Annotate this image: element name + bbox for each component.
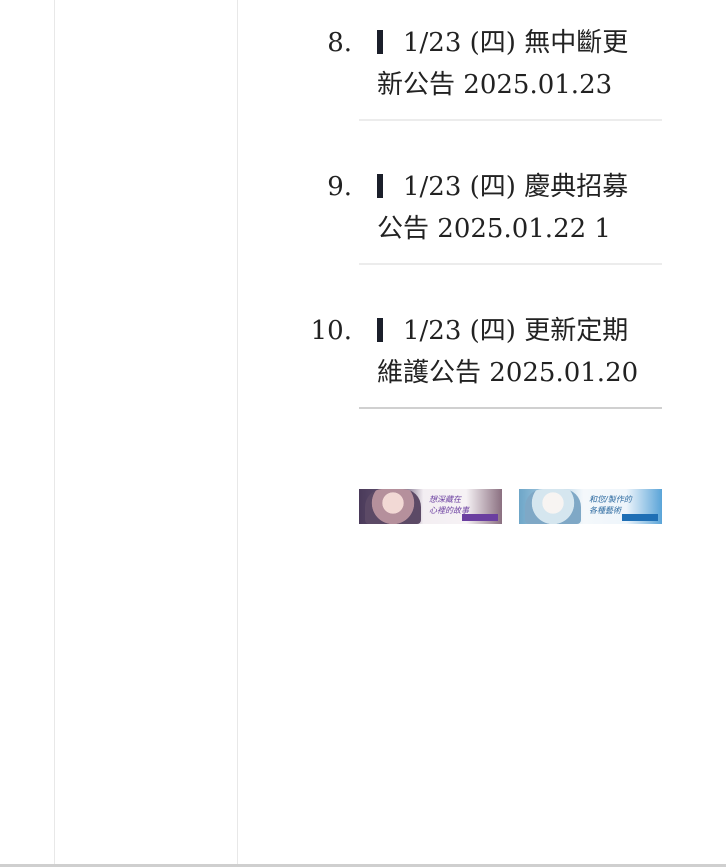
banner-text: 想深藏在 心裡的故事 <box>429 494 469 516</box>
announcement-date: 2025.01.23 <box>463 70 613 100</box>
page: 8. 1/23 (四) 無中斷更新公告 2025.01.23 9. 1/23 (… <box>0 0 726 867</box>
character-art-icon <box>365 489 421 524</box>
sidebar-column <box>55 0 238 867</box>
left-column <box>0 0 55 867</box>
item-number: 9. <box>327 172 352 202</box>
item-number: 8. <box>327 28 352 58</box>
banner-tag <box>462 514 498 521</box>
item-number: 10. <box>310 316 352 346</box>
announcement-date: 2025.01.22 <box>437 214 587 244</box>
bullet-marker-icon <box>377 318 383 342</box>
announcement-date: 2025.01.20 <box>489 358 639 388</box>
promo-banners: 想深藏在 心裡的故事 和您/製作的 各種藝術 <box>359 489 663 524</box>
list-item: 9. 1/23 (四) 慶典招募公告 2025.01.22 1 <box>300 156 662 300</box>
bullet-marker-icon <box>377 174 383 198</box>
promo-banner-character-story[interactable]: 想深藏在 心裡的故事 <box>359 489 502 524</box>
list-item: 10. 1/23 (四) 更新定期維護公告 2025.01.20 <box>300 300 662 444</box>
divider <box>359 119 662 121</box>
banner-text-line: 和您/製作的 <box>589 495 632 504</box>
announcement-list: 8. 1/23 (四) 無中斷更新公告 2025.01.23 9. 1/23 (… <box>300 12 662 444</box>
character-art-icon <box>525 489 581 524</box>
promo-banner-character-photo[interactable]: 和您/製作的 各種藝術 <box>519 489 662 524</box>
list-item: 8. 1/23 (四) 無中斷更新公告 2025.01.23 <box>300 12 662 156</box>
banner-tag <box>622 514 658 521</box>
divider <box>359 263 662 265</box>
announcement-link[interactable]: 1/23 (四) 無中斷更新公告 2025.01.23 <box>359 22 662 106</box>
banner-text-line: 想深藏在 <box>429 495 461 504</box>
announcement-extra: 1 <box>594 214 611 244</box>
divider <box>359 407 662 409</box>
announcement-link[interactable]: 1/23 (四) 慶典招募公告 2025.01.22 1 <box>359 166 662 250</box>
announcement-link[interactable]: 1/23 (四) 更新定期維護公告 2025.01.20 <box>359 310 662 394</box>
banner-text: 和您/製作的 各種藝術 <box>589 494 632 516</box>
bullet-marker-icon <box>377 30 383 54</box>
